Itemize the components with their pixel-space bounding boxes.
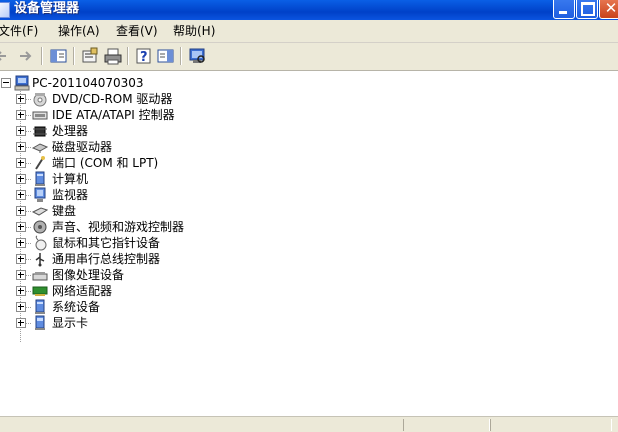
expand-icon[interactable] bbox=[16, 254, 26, 264]
menu-help[interactable]: 帮助(H) bbox=[173, 20, 215, 42]
svg-text:?: ? bbox=[140, 50, 148, 65]
toolbar: ? bbox=[0, 43, 618, 71]
close-button[interactable]: ✕ bbox=[599, 0, 618, 19]
status-panel bbox=[490, 419, 612, 431]
tree-item-label: 处理器 bbox=[52, 124, 89, 138]
mouse-icon bbox=[35, 235, 47, 251]
tree-item-label: 监视器 bbox=[52, 188, 89, 202]
expand-icon[interactable] bbox=[16, 302, 26, 312]
expand-icon[interactable] bbox=[16, 286, 26, 296]
toolbar-separator bbox=[180, 47, 182, 65]
tree-item-label: 端口 (COM 和 LPT) bbox=[52, 156, 159, 170]
status-bar bbox=[0, 416, 618, 432]
expand-icon[interactable] bbox=[16, 190, 26, 200]
tree-item-label: 图像处理设备 bbox=[52, 268, 125, 282]
sound-icon bbox=[33, 220, 47, 234]
expand-icon[interactable] bbox=[16, 222, 26, 232]
device-manager-icon bbox=[0, 2, 10, 18]
expand-icon[interactable] bbox=[16, 158, 26, 168]
properties-icon[interactable] bbox=[80, 46, 100, 66]
tree-item-label: 键盘 bbox=[52, 204, 77, 218]
minimize-button[interactable] bbox=[553, 0, 575, 19]
tree-item-label: IDE ATA/ATAPI 控制器 bbox=[52, 108, 175, 122]
menu-action[interactable]: 操作(A) bbox=[58, 20, 100, 42]
maximize-icon bbox=[581, 2, 595, 16]
display-adapter-icon bbox=[35, 315, 45, 330]
collapse-icon[interactable] bbox=[1, 78, 11, 88]
expand-icon[interactable] bbox=[16, 270, 26, 280]
port-icon bbox=[35, 156, 45, 170]
tree-item-label: 网络适配器 bbox=[52, 284, 113, 298]
computer-name: PC-201104070303 bbox=[32, 76, 144, 90]
tree-item-label: 通用串行总线控制器 bbox=[52, 252, 161, 266]
tree-item-label: 鼠标和其它指针设备 bbox=[52, 236, 161, 250]
device-tree: PC-201104070303 DVD/CD-ROM 驱动器 IDE ATA/AT… bbox=[0, 71, 618, 416]
expand-icon[interactable] bbox=[16, 318, 26, 328]
cdrom-icon bbox=[33, 93, 47, 107]
keyboard-icon bbox=[32, 207, 48, 216]
expand-icon[interactable] bbox=[16, 174, 26, 184]
toolbar-separator bbox=[73, 47, 75, 65]
network-adapter-icon bbox=[32, 286, 48, 296]
forward-arrow-icon[interactable] bbox=[16, 46, 36, 66]
expand-icon[interactable] bbox=[16, 110, 26, 120]
toolbar-separator bbox=[41, 47, 43, 65]
help-icon[interactable]: ? bbox=[134, 46, 154, 66]
tree-item-label: 系统设备 bbox=[52, 300, 101, 314]
back-arrow-icon[interactable] bbox=[0, 46, 14, 66]
computer-icon bbox=[14, 75, 30, 91]
menu-view[interactable]: 查看(V) bbox=[116, 20, 158, 42]
system-device-icon bbox=[35, 299, 45, 314]
status-panel bbox=[403, 419, 490, 431]
tree-item-label: 磁盘驱动器 bbox=[52, 140, 113, 154]
title-bar[interactable]: 设备管理器 ✕ bbox=[0, 0, 618, 20]
imaging-icon bbox=[32, 272, 48, 281]
maximize-button[interactable] bbox=[576, 0, 598, 19]
tree-item-label: 显示卡 bbox=[52, 316, 89, 330]
scan-hardware-icon[interactable] bbox=[187, 46, 207, 66]
expand-icon[interactable] bbox=[16, 126, 26, 136]
show-hide-action-pane-icon[interactable] bbox=[156, 46, 176, 66]
window-title: 设备管理器 bbox=[14, 1, 80, 16]
menu-bar: 文件(F) 操作(A) 查看(V) 帮助(H) bbox=[0, 20, 618, 43]
tree-item-label: 声音、视频和游戏控制器 bbox=[52, 220, 185, 234]
usb-icon bbox=[35, 253, 45, 267]
expand-icon[interactable] bbox=[16, 206, 26, 216]
toolbar-separator bbox=[127, 47, 129, 65]
disk-drive-icon bbox=[32, 143, 48, 153]
processor-icon bbox=[33, 126, 47, 137]
menu-file[interactable]: 文件(F) bbox=[0, 20, 38, 42]
computer-icon bbox=[35, 171, 45, 186]
tree-item-label: 计算机 bbox=[52, 172, 89, 186]
expand-icon[interactable] bbox=[16, 94, 26, 104]
ide-controller-icon bbox=[32, 111, 48, 120]
monitor-icon bbox=[34, 187, 46, 202]
print-icon[interactable] bbox=[103, 46, 123, 66]
expand-icon[interactable] bbox=[16, 142, 26, 152]
close-icon: ✕ bbox=[604, 0, 618, 17]
minimize-icon bbox=[559, 11, 567, 14]
tree-item-label: DVD/CD-ROM 驱动器 bbox=[52, 92, 173, 106]
expand-icon[interactable] bbox=[16, 238, 26, 248]
show-hide-console-tree-icon[interactable] bbox=[49, 46, 69, 66]
